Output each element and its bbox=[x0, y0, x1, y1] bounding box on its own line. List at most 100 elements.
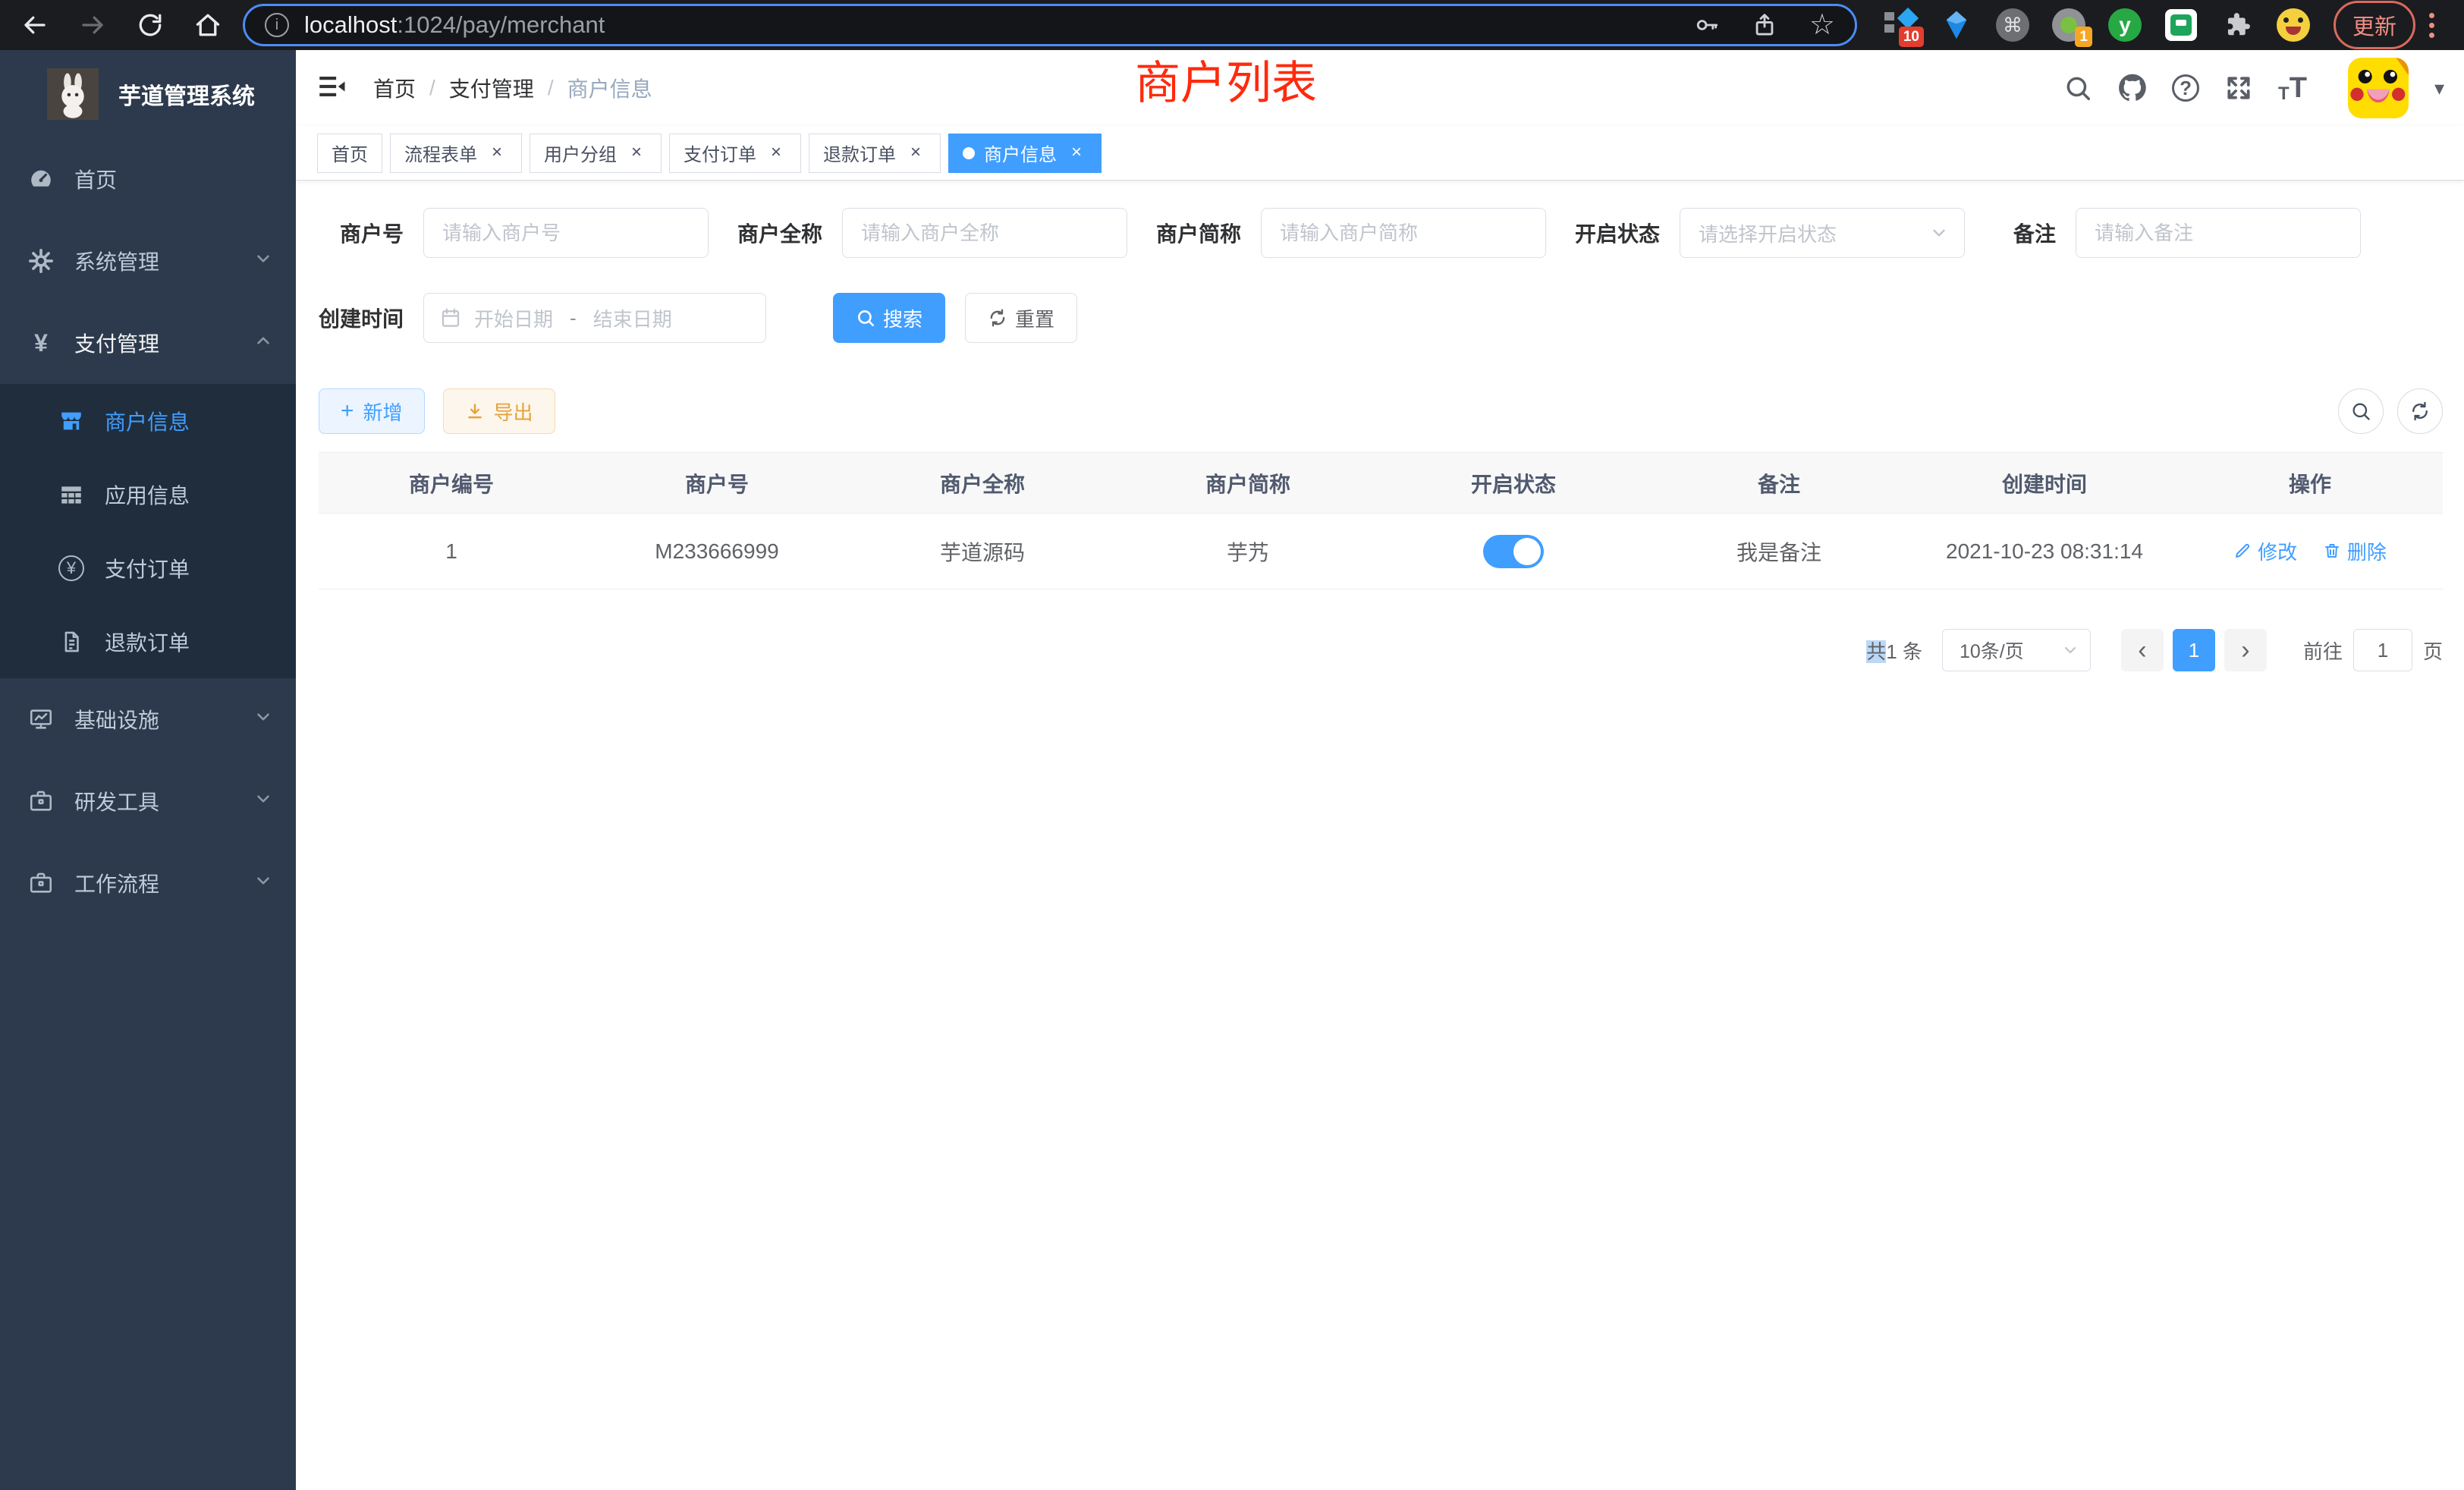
browser-forward-button[interactable] bbox=[71, 4, 114, 46]
fullscreen-icon[interactable] bbox=[2224, 73, 2254, 103]
refresh-icon bbox=[2409, 401, 2431, 422]
delete-link[interactable]: 删除 bbox=[2323, 537, 2387, 565]
chevron-down-icon bbox=[253, 249, 273, 274]
create-time-label: 创建时间 bbox=[319, 303, 404, 333]
chevron-up-icon bbox=[253, 331, 273, 356]
monitor-icon bbox=[26, 706, 56, 732]
remark-input[interactable] bbox=[2076, 208, 2361, 258]
sidebar-collapse-icon[interactable] bbox=[316, 71, 347, 106]
merchant-no-input[interactable] bbox=[423, 208, 709, 258]
sidebar-item-label: 工作流程 bbox=[74, 868, 253, 898]
page-size-select[interactable]: 10条/页 bbox=[1942, 629, 2091, 671]
browser-home-button[interactable] bbox=[187, 4, 229, 46]
sidebar-item-system[interactable]: 系统管理 bbox=[0, 220, 296, 302]
status-toggle-on[interactable] bbox=[1483, 535, 1544, 568]
sidebar-item-workflow[interactable]: 工作流程 bbox=[0, 842, 296, 924]
col-actions: 操作 bbox=[2177, 453, 2443, 514]
prev-page-button[interactable]: ‹ bbox=[2121, 629, 2164, 671]
tab-close-icon[interactable]: × bbox=[626, 143, 647, 164]
next-page-button[interactable]: › bbox=[2224, 629, 2267, 671]
password-key-icon[interactable] bbox=[1694, 12, 1720, 38]
status-select[interactable]: 请选择开启状态 bbox=[1680, 208, 1965, 258]
tab-label: 流程表单 bbox=[404, 140, 477, 166]
browser-reload-button[interactable] bbox=[129, 4, 171, 46]
table-toolbar: + 新增 导出 bbox=[319, 388, 2443, 434]
breadcrumb-pay[interactable]: 支付管理 bbox=[449, 73, 534, 103]
extension-icon-command[interactable]: ⌘ bbox=[1995, 8, 2030, 42]
site-info-icon[interactable]: i bbox=[265, 13, 289, 37]
extensions-puzzle-icon[interactable] bbox=[2220, 8, 2255, 42]
end-date-placeholder: 结束日期 bbox=[593, 304, 672, 332]
export-button[interactable]: 导出 bbox=[443, 388, 555, 434]
sidebar-item-label: 研发工具 bbox=[74, 786, 253, 816]
help-icon[interactable]: ? bbox=[2172, 74, 2199, 102]
refresh-table-button[interactable] bbox=[2397, 388, 2443, 434]
smiley-avatar-icon bbox=[2277, 8, 2310, 42]
sidebar: 芋道管理系统 首页 系统管理 ¥ 支付管理 bbox=[0, 50, 296, 1490]
address-bar[interactable]: i localhost:1024/pay/merchant ☆ bbox=[243, 4, 1857, 46]
extension-icon-workspace[interactable]: 10 bbox=[1883, 8, 1918, 42]
github-icon[interactable] bbox=[2117, 73, 2148, 103]
extension-badge: 10 bbox=[1899, 27, 1924, 47]
sidebar-item-label: 系统管理 bbox=[74, 246, 253, 276]
add-button[interactable]: + 新增 bbox=[319, 388, 425, 434]
short-name-input[interactable] bbox=[1261, 208, 1546, 258]
export-button-label: 导出 bbox=[494, 398, 533, 426]
header-search-icon[interactable] bbox=[2063, 73, 2093, 103]
tab-close-icon[interactable]: × bbox=[905, 143, 926, 164]
goto-label: 前往 bbox=[2303, 637, 2343, 665]
tab-close-icon[interactable]: × bbox=[765, 143, 787, 164]
sidebar-item-pay[interactable]: ¥ 支付管理 bbox=[0, 302, 296, 384]
chrome-update-button[interactable]: 更新 bbox=[2334, 1, 2415, 49]
command-icon: ⌘ bbox=[1996, 8, 2029, 42]
merchant-table: 商户编号 商户号 商户全称 商户简称 开启状态 备注 创建时间 操作 1 bbox=[319, 452, 2443, 589]
full-name-input[interactable] bbox=[842, 208, 1127, 258]
reset-button[interactable]: 重置 bbox=[965, 293, 1077, 343]
date-separator: - bbox=[570, 306, 577, 330]
page-1-button[interactable]: 1 bbox=[2173, 629, 2215, 671]
page-unit-label: 页 bbox=[2423, 637, 2443, 665]
sidebar-item-label: 支付订单 bbox=[105, 553, 273, 583]
status-select-placeholder: 请选择开启状态 bbox=[1699, 219, 1929, 247]
tab-close-icon[interactable]: × bbox=[1066, 143, 1087, 164]
remark-label: 备注 bbox=[2013, 218, 2056, 248]
tab-home[interactable]: 首页 bbox=[317, 134, 382, 173]
toggle-search-button[interactable] bbox=[2338, 388, 2384, 434]
sidebar-item-label: 支付管理 bbox=[74, 328, 253, 358]
share-icon[interactable] bbox=[1752, 12, 1777, 38]
font-size-icon[interactable]: TT bbox=[2278, 72, 2307, 105]
sidebar-item-pay-order[interactable]: ¥ 支付订单 bbox=[0, 531, 296, 605]
tab-merchant-info[interactable]: 商户信息× bbox=[948, 134, 1102, 173]
tab-process-form[interactable]: 流程表单 × bbox=[390, 134, 522, 173]
goto-page-input[interactable] bbox=[2353, 629, 2412, 671]
avatar-dropdown-caret-icon[interactable]: ▾ bbox=[2434, 77, 2444, 100]
extension-badge: 1 bbox=[2075, 27, 2092, 47]
browser-profile-avatar[interactable] bbox=[2276, 8, 2311, 42]
briefcase-icon bbox=[26, 870, 56, 896]
tab-user-group[interactable]: 用户分组× bbox=[530, 134, 662, 173]
extension-icon-meet[interactable]: 1 bbox=[2051, 8, 2086, 42]
yen-icon: ¥ bbox=[26, 329, 56, 357]
sidebar-item-refund-order[interactable]: 退款订单 bbox=[0, 605, 296, 678]
sidebar-item-dev-tools[interactable]: 研发工具 bbox=[0, 760, 296, 842]
breadcrumb-home[interactable]: 首页 bbox=[373, 73, 416, 103]
tab-pay-order[interactable]: 支付订单× bbox=[669, 134, 801, 173]
sidebar-item-infra[interactable]: 基础设施 bbox=[0, 678, 296, 760]
edit-link[interactable]: 修改 bbox=[2233, 537, 2297, 565]
sidebar-item-merchant-info[interactable]: 商户信息 bbox=[0, 384, 296, 457]
search-button[interactable]: 搜索 bbox=[833, 293, 945, 343]
browser-menu-icon[interactable] bbox=[2429, 13, 2434, 38]
user-avatar[interactable] bbox=[2348, 58, 2409, 118]
extension-icon-gem[interactable] bbox=[1939, 8, 1974, 42]
bookmark-star-icon[interactable]: ☆ bbox=[1809, 12, 1835, 38]
active-tab-dot bbox=[963, 147, 975, 159]
sidebar-item-home[interactable]: 首页 bbox=[0, 138, 296, 220]
tab-refund-order[interactable]: 退款订单× bbox=[809, 134, 941, 173]
create-time-range-picker[interactable]: 开始日期 - 结束日期 bbox=[423, 293, 766, 343]
rabbit-logo-icon bbox=[47, 68, 99, 120]
browser-back-button[interactable] bbox=[14, 4, 56, 46]
extension-icon-yudao[interactable]: y bbox=[2107, 8, 2142, 42]
tab-close-icon[interactable]: × bbox=[486, 143, 508, 164]
sidebar-item-app-info[interactable]: 应用信息 bbox=[0, 457, 296, 531]
extension-icon-green-square[interactable] bbox=[2164, 8, 2198, 42]
